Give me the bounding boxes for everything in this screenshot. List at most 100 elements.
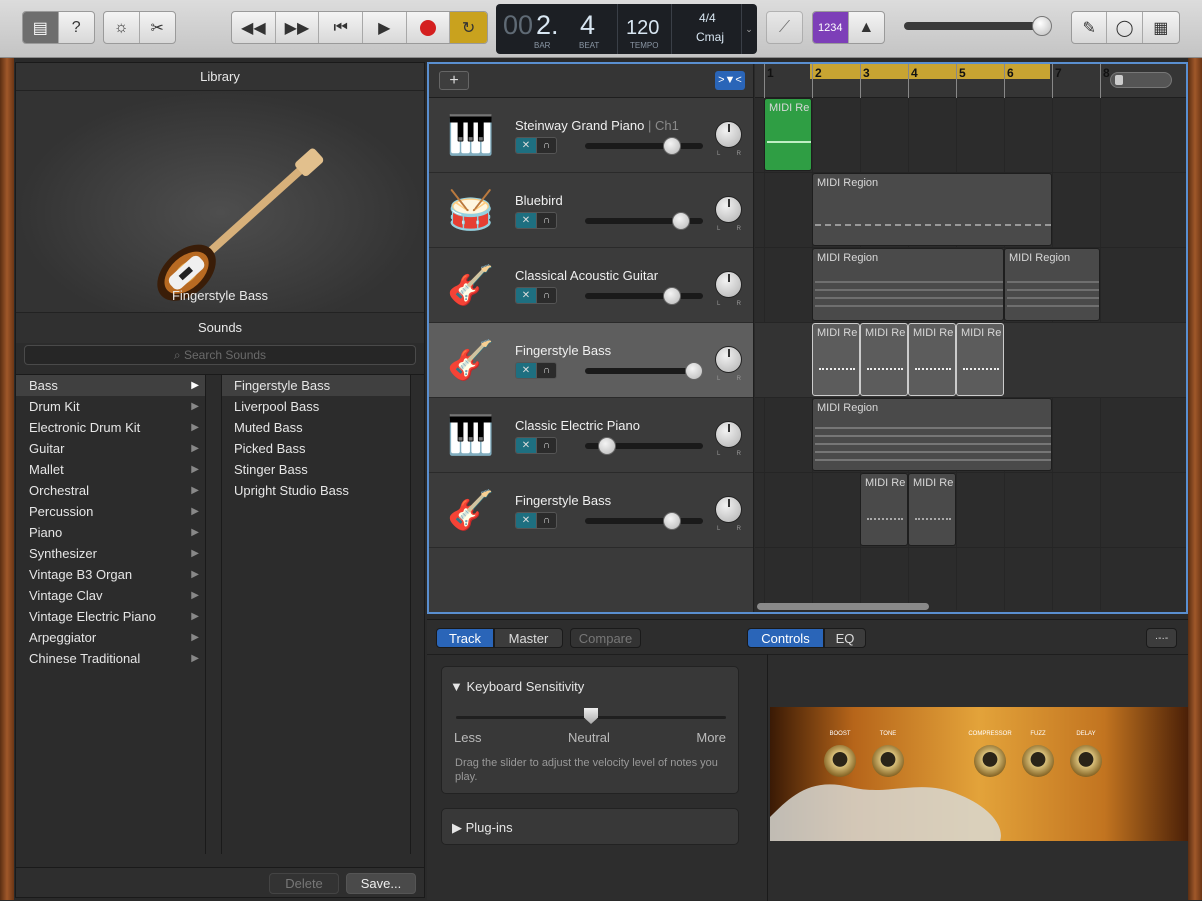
help-button[interactable]: ? [59, 12, 95, 43]
midi-region[interactable]: MIDI Region [812, 248, 1004, 321]
master-volume-slider[interactable] [904, 16, 1052, 36]
mute-button[interactable]: ✕ [516, 138, 536, 153]
mute-button[interactable]: ✕ [516, 363, 536, 378]
ruler[interactable]: 1 2 3 4 5 6 7 8 [755, 64, 1186, 98]
horizontal-scrollbar[interactable] [757, 603, 929, 610]
volume-knob[interactable] [598, 437, 617, 455]
smart-controls-button[interactable]: ☼ [104, 12, 140, 43]
pan-knob[interactable] [715, 271, 742, 298]
fast-forward-button[interactable]: ▶▶ [276, 12, 320, 43]
volume-slider[interactable] [585, 512, 703, 530]
category-item[interactable]: Vintage Clav ▶ [16, 585, 205, 606]
play-button[interactable]: ▶ [363, 12, 407, 43]
track-header[interactable]: 🎸 Classical Acoustic Guitar ✕ ∩ L R [429, 248, 753, 323]
volume-slider[interactable] [585, 362, 703, 380]
count-in-button[interactable]: 1234 [813, 12, 849, 43]
zoom-slider-thumb[interactable] [1115, 75, 1123, 85]
cycle-region[interactable] [810, 64, 1050, 79]
category-item[interactable]: Percussion ▶ [16, 501, 205, 522]
track-header[interactable]: 🥁 Bluebird ✕ ∩ L R [429, 173, 753, 248]
tab-track[interactable]: Track [436, 628, 494, 648]
inspector-button[interactable]: ·-·- [1146, 628, 1177, 648]
category-item[interactable]: Guitar ▶ [16, 438, 205, 459]
patch-item[interactable]: Muted Bass [222, 417, 410, 438]
editors-button[interactable]: ✂ [140, 12, 176, 43]
midi-region[interactable]: MIDI Re [908, 323, 956, 396]
category-item[interactable]: Piano ▶ [16, 522, 205, 543]
media-browser-button[interactable]: ▦ [1143, 12, 1179, 43]
zoom-slider[interactable] [1110, 72, 1172, 88]
volume-knob[interactable] [663, 137, 682, 155]
patch-item[interactable]: Picked Bass [222, 438, 410, 459]
category-item[interactable]: Bass ▶ [16, 375, 205, 396]
tab-controls[interactable]: Controls [747, 628, 824, 648]
category-item[interactable]: Arpeggiator ▶ [16, 627, 205, 648]
category-item[interactable]: Synthesizer ▶ [16, 543, 205, 564]
volume-slider[interactable] [585, 437, 703, 455]
notepad-button[interactable]: ✎ [1072, 12, 1108, 43]
cycle-button[interactable]: ↻ [450, 12, 487, 43]
patch-item[interactable]: Fingerstyle Bass [222, 375, 410, 396]
tempo-display[interactable]: 120 TEMPO [618, 4, 672, 54]
midi-region[interactable]: MIDI Region [812, 398, 1052, 471]
compare-button[interactable]: Compare [570, 628, 641, 648]
amp-knob[interactable] [824, 745, 856, 777]
midi-region[interactable]: MIDI Re [860, 323, 908, 396]
solo-button[interactable]: ∩ [536, 138, 556, 153]
master-volume-knob[interactable] [1032, 16, 1052, 36]
lcd-display[interactable]: 00 2. 4 BAR BEAT 120 TEMPO 4/4 Cmaj ⌄ [496, 4, 757, 54]
category-item[interactable]: Chinese Traditional ▶ [16, 648, 205, 669]
track-header[interactable]: 🎸 Fingerstyle Bass ✕ ∩ L R [429, 473, 753, 548]
lcd-chevron-down-icon[interactable]: ⌄ [742, 4, 756, 54]
category-item[interactable]: Electronic Drum Kit ▶ [16, 417, 205, 438]
amp-knob[interactable] [1070, 745, 1102, 777]
amp-knob[interactable] [974, 745, 1006, 777]
volume-knob[interactable] [671, 212, 690, 230]
midi-region[interactable]: MIDI Re [812, 323, 860, 396]
solo-button[interactable]: ∩ [536, 438, 556, 453]
midi-region[interactable]: MIDI Region [1004, 248, 1100, 321]
signature-display[interactable]: 4/4 Cmaj [672, 4, 742, 54]
midi-region[interactable]: MIDI Re [764, 98, 812, 171]
amp-knob[interactable] [872, 745, 904, 777]
sensitivity-slider-thumb[interactable] [584, 708, 598, 724]
amp-knob[interactable] [1022, 745, 1054, 777]
library-button[interactable]: ▤ [23, 12, 59, 43]
volume-slider[interactable] [585, 287, 703, 305]
pan-knob[interactable] [715, 496, 742, 523]
volume-slider[interactable] [585, 137, 703, 155]
save-button[interactable]: Save... [346, 873, 416, 894]
volume-slider[interactable] [585, 212, 703, 230]
patch-item[interactable]: Liverpool Bass [222, 396, 410, 417]
plugins-header[interactable]: ▶ Plug-ins [452, 820, 513, 836]
category-item[interactable]: Mallet ▶ [16, 459, 205, 480]
search-sounds-field[interactable]: ⌕ Search Sounds [24, 345, 416, 365]
mute-button[interactable]: ✕ [516, 513, 536, 528]
pan-knob[interactable] [715, 421, 742, 448]
pan-knob[interactable] [715, 196, 742, 223]
track-header[interactable]: 🎸 Fingerstyle Bass ✕ ∩ L R [429, 323, 753, 398]
midi-region[interactable]: MIDI Re [860, 473, 908, 546]
loop-browser-button[interactable]: ◯ [1107, 12, 1143, 43]
category-item[interactable]: Vintage Electric Piano ▶ [16, 606, 205, 627]
sensitivity-slider[interactable] [456, 708, 726, 724]
tab-master[interactable]: Master [494, 628, 563, 648]
pan-knob[interactable] [715, 346, 742, 373]
patch-item[interactable]: Upright Studio Bass [222, 480, 410, 501]
volume-knob[interactable] [684, 362, 703, 380]
rewind-button[interactable]: ◀◀ [232, 12, 276, 43]
patch-item[interactable]: Stinger Bass [222, 459, 410, 480]
category-item[interactable]: Drum Kit ▶ [16, 396, 205, 417]
add-track-button[interactable]: + [439, 71, 469, 90]
solo-button[interactable]: ∩ [536, 288, 556, 303]
mute-button[interactable]: ✕ [516, 213, 536, 228]
metronome-button[interactable]: ▲ [849, 12, 885, 43]
category-item[interactable]: Vintage B3 Organ ▶ [16, 564, 205, 585]
solo-button[interactable]: ∩ [536, 513, 556, 528]
plugins-panel[interactable]: ▶ Plug-ins [441, 808, 739, 845]
track-header[interactable]: 🎹 Classic Electric Piano ✕ ∩ L R [429, 398, 753, 473]
track-header[interactable]: 🎹 Steinway Grand Piano | Ch1 ✕ ∩ L R [429, 98, 753, 173]
midi-region[interactable]: MIDI Re [908, 473, 956, 546]
delete-button[interactable]: Delete [269, 873, 339, 894]
tab-eq[interactable]: EQ [824, 628, 866, 648]
